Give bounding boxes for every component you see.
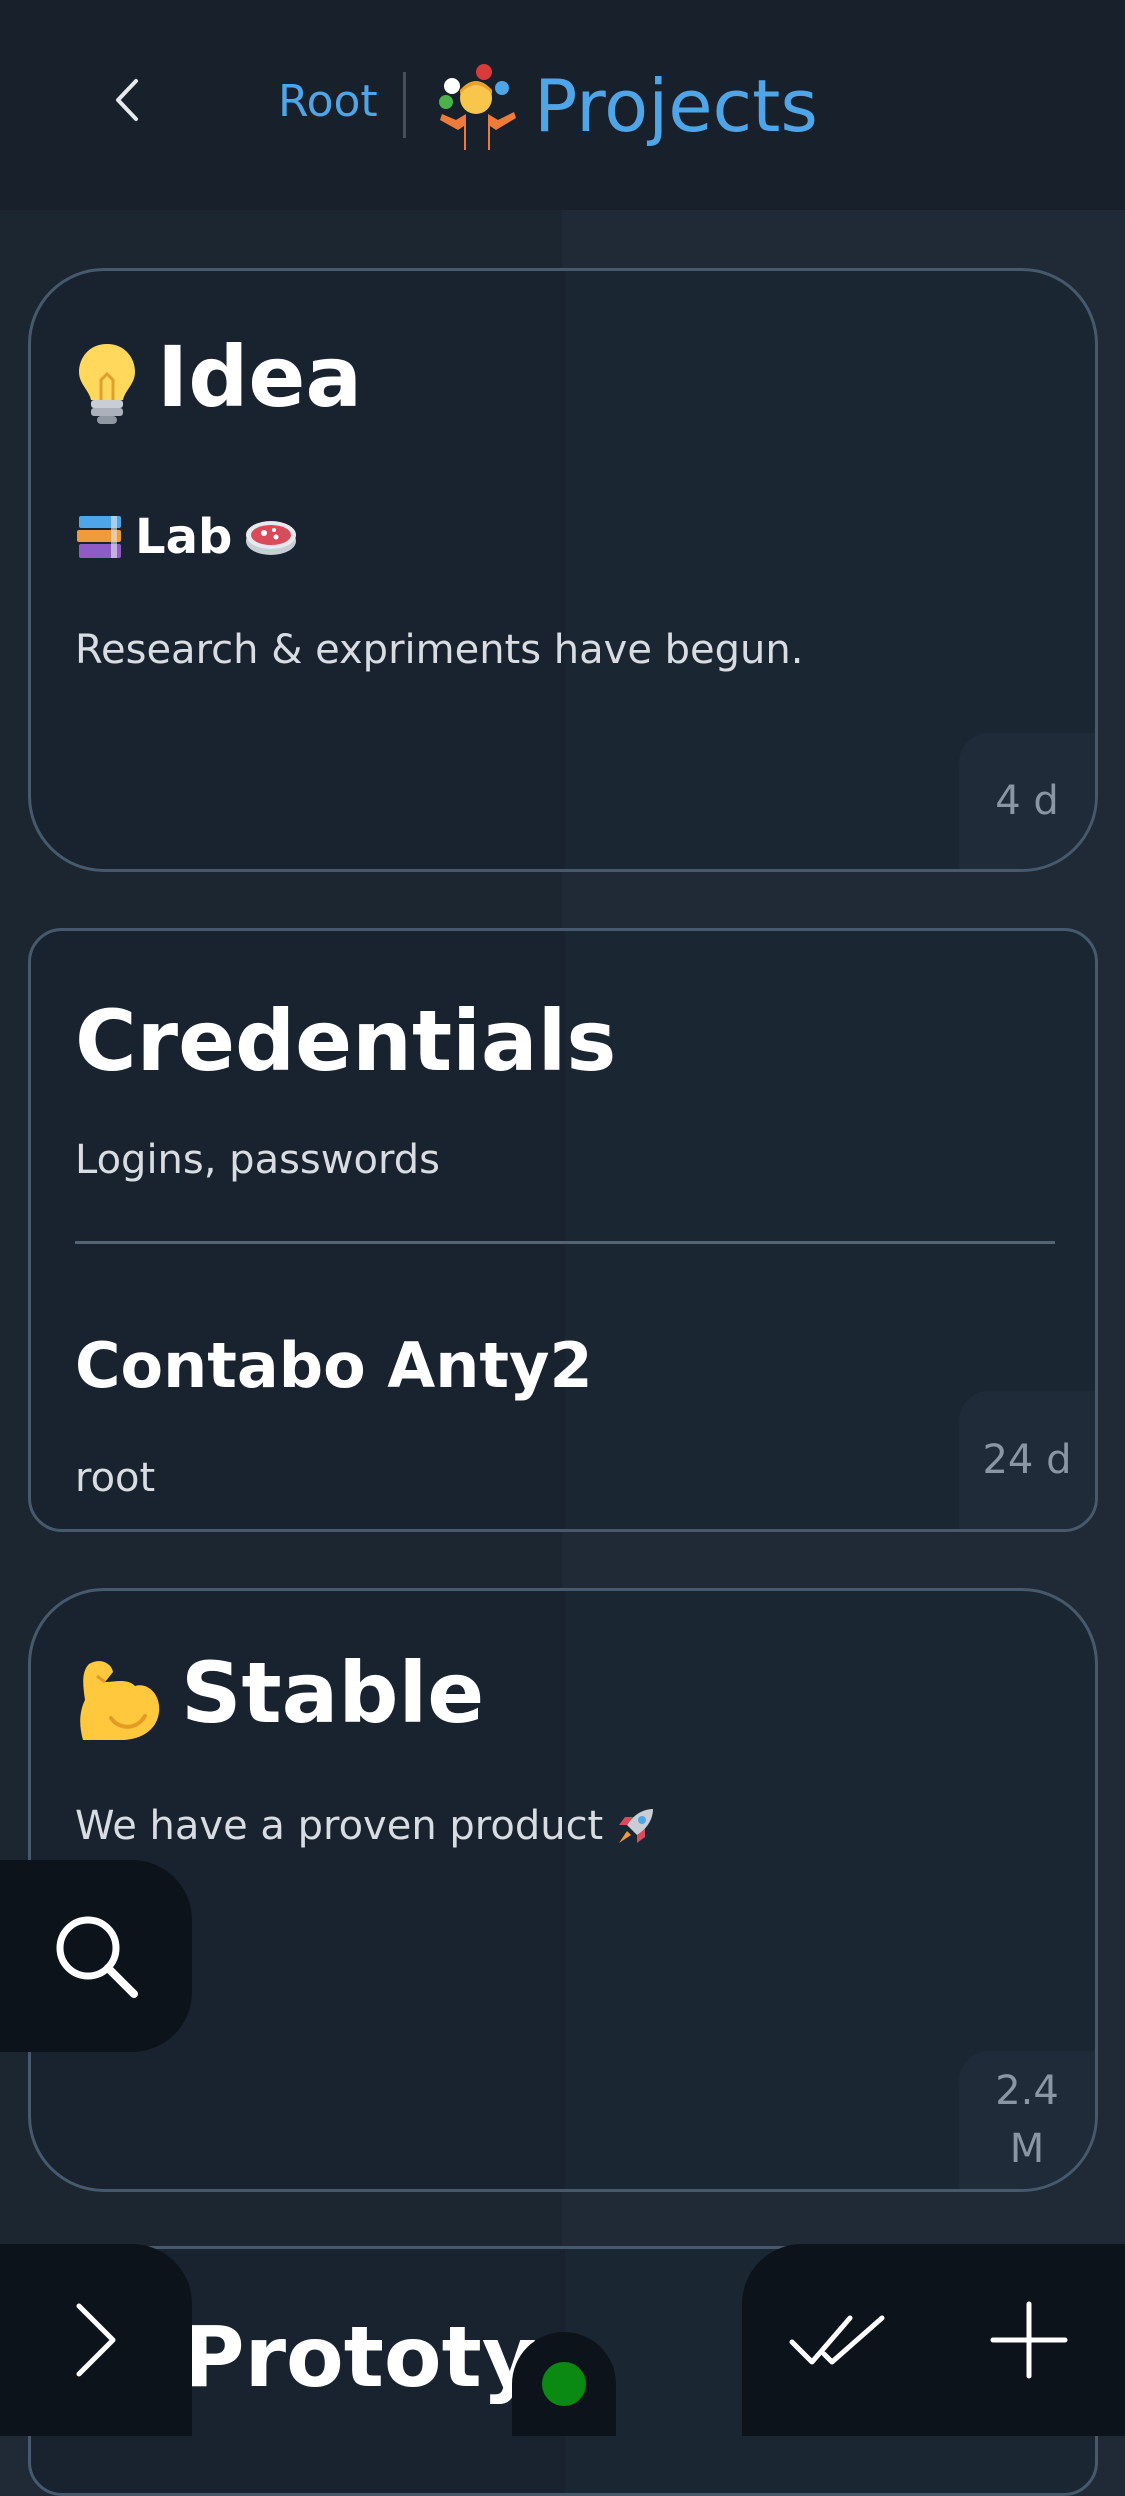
back-button[interactable] — [96, 64, 158, 136]
add-button[interactable] — [934, 2244, 1125, 2436]
chevron-right-icon — [71, 2300, 121, 2380]
action-toolbar — [742, 2244, 1125, 2436]
books-icon — [75, 512, 125, 562]
header: Root Projects — [0, 0, 1125, 210]
expand-button[interactable] — [0, 2244, 192, 2436]
flexed-biceps-icon — [75, 1656, 163, 1742]
age-badge: 24 d — [959, 1391, 1095, 1529]
petri-dish-icon — [244, 517, 298, 557]
light-bulb-icon — [75, 340, 139, 426]
card-text: We have a proven product — [75, 1803, 603, 1849]
search-icon — [46, 1906, 146, 2006]
status-dot — [542, 2362, 586, 2406]
breadcrumb-root[interactable]: Root — [278, 76, 378, 127]
age-badge: 2.4 M — [959, 2051, 1095, 2189]
plus-icon — [989, 2300, 1069, 2380]
sync-status-indicator — [512, 2332, 616, 2436]
card-text-row: We have a proven product — [75, 1803, 659, 1849]
card-idea[interactable]: Idea Lab Research & expriments have begu… — [28, 268, 1098, 872]
card-title-row: Idea — [75, 335, 362, 426]
card-subtitle-row: Lab — [75, 509, 298, 565]
card-text: Logins, passwords — [75, 1137, 440, 1183]
card-stable[interactable]: Stable We have a proven product 2.4 M — [28, 1588, 1098, 2192]
person-juggling-icon — [436, 64, 518, 150]
card-credentials[interactable]: Credentials Logins, passwords Contabo An… — [28, 928, 1098, 1532]
card-text: Research & expriments have begun. — [75, 627, 803, 673]
card-text-secondary: root — [75, 1455, 155, 1501]
card-title-row: Stable — [75, 1651, 484, 1742]
age-badge-text: 2.4 M — [995, 2062, 1059, 2178]
age-badge: 4 d — [959, 733, 1095, 869]
age-unit: M — [995, 2120, 1059, 2178]
chevron-left-icon — [112, 75, 142, 125]
breadcrumb-separator — [403, 72, 406, 138]
mark-all-read-button[interactable] — [742, 2244, 934, 2436]
card-subtitle: Contabo Anty2 — [75, 1329, 593, 1402]
card-title: Stable — [181, 1644, 484, 1742]
search-button[interactable] — [0, 1860, 192, 2052]
card-divider — [75, 1241, 1055, 1244]
rocket-icon — [613, 1803, 659, 1849]
double-check-icon — [788, 2310, 888, 2370]
card-title: Credentials — [75, 999, 616, 1083]
card-title: Idea — [157, 328, 362, 426]
page-title: Projects — [534, 64, 818, 148]
card-subtitle: Lab — [135, 509, 232, 565]
age-value: 2.4 — [995, 2062, 1059, 2120]
